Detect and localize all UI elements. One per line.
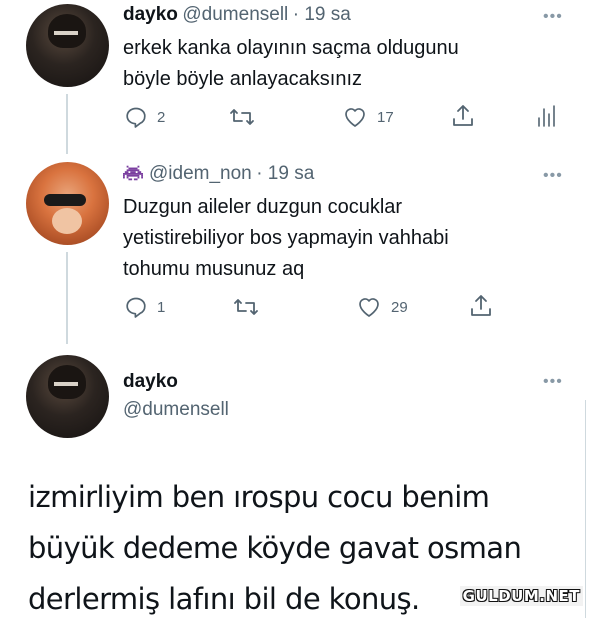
tweet-text-line: büyük dedeme köyde gavat osman [28, 531, 522, 565]
retweet-button[interactable] [232, 295, 260, 319]
tweet1-text: erkek kanka olayının saçma oldugunu böyl… [123, 33, 459, 95]
author-name[interactable]: dayko [123, 371, 229, 393]
tweet-text-line: yetistirebiliyor bos yapmayin vahhabi [123, 227, 449, 249]
divider [585, 400, 586, 618]
analytics-button[interactable] [536, 104, 556, 128]
thread-line [66, 252, 68, 344]
share-icon [453, 105, 473, 126]
tweet2-header: @idem_non · 19 sa [123, 163, 314, 185]
alien-monster-icon [123, 165, 143, 181]
tweet-text-line: derlermiş lafını bil de konuş. [28, 582, 420, 616]
tweet1-header: dayko @dumensell · 19 sa [123, 4, 351, 26]
reply-icon [126, 297, 146, 318]
tweet-text-line: tohumu musunuz aq [123, 258, 305, 280]
author-handle[interactable]: @dumensell [123, 399, 229, 421]
heart-icon [345, 108, 365, 127]
avatar-dayko[interactable] [26, 355, 109, 438]
avatar-dayko[interactable] [26, 4, 109, 87]
retweet-icon [230, 109, 254, 125]
author-name[interactable]: dayko [123, 4, 178, 25]
reply-button[interactable]: 2 [124, 105, 165, 129]
tweet-text-line: Duzgun aileler duzgun cocuklar [123, 196, 403, 218]
retweet-icon [234, 299, 258, 315]
more-options-icon[interactable]: ••• [543, 8, 563, 26]
like-count: 17 [377, 108, 394, 126]
watermark-logo: GULDUM.NET [459, 586, 583, 606]
reply-count: 1 [157, 298, 166, 316]
reply-button[interactable]: 1 [124, 295, 165, 319]
author-handle[interactable]: @idem_non [149, 163, 252, 184]
analytics-icon [538, 105, 555, 127]
tweet3-text: izmirliyim ben ırospu cocu benim büyük d… [28, 472, 522, 618]
tweet3-author: dayko @dumensell [123, 371, 229, 421]
tweet2-text: Duzgun aileler duzgun cocuklar yetistire… [123, 192, 449, 285]
retweet-button[interactable] [228, 105, 256, 129]
like-button[interactable]: 17 [342, 105, 394, 129]
share-button[interactable] [469, 293, 493, 319]
heart-icon [359, 298, 379, 317]
avatar-idem-non[interactable] [26, 162, 109, 245]
tweet-text-line: böyle böyle anlayacaksınız [123, 68, 363, 90]
like-count: 29 [391, 298, 408, 316]
tweet-text-line: erkek kanka olayının saçma oldugunu [123, 37, 459, 59]
author-handle[interactable]: @dumensell [182, 4, 288, 25]
like-button[interactable]: 29 [356, 295, 408, 319]
share-icon [471, 295, 491, 316]
more-options-icon[interactable]: ••• [543, 167, 563, 185]
thread-line [66, 94, 68, 154]
reply-count: 2 [157, 108, 166, 126]
share-button[interactable] [451, 103, 475, 129]
tweet-time[interactable]: · 19 sa [293, 4, 351, 25]
more-options-icon[interactable]: ••• [543, 373, 563, 391]
tweet-time[interactable]: · 19 sa [256, 163, 314, 184]
tweet-text-line: izmirliyim ben ırospu cocu benim [28, 480, 490, 514]
reply-icon [126, 107, 146, 128]
